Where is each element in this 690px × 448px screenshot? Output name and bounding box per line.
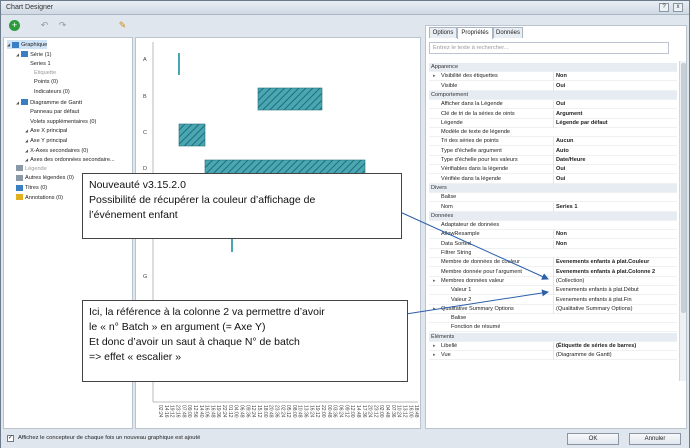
callout1-arrow — [399, 211, 549, 280]
callout2-line1: Ici, la référence à la colonne 2 va perm… — [89, 306, 325, 318]
callout-argument-note: Ici, la référence à la colonne 2 va perm… — [82, 300, 408, 382]
callout1-line3: l’événement enfant — [89, 209, 178, 221]
callout1-line2: Possibilité de récupérer la couleur d’af… — [89, 194, 316, 206]
callout2-line3: Et donc d’avoir un saut à chaque N° de b… — [89, 336, 300, 348]
callout2-arrow — [405, 289, 549, 315]
callout1-line1: Nouveauté v3.15.2.0 — [89, 179, 186, 191]
callout2-line2: le « n° Batch » en argument (= Axe Y) — [89, 321, 266, 333]
callout2-line4: => effet « escalier » — [89, 351, 182, 363]
callout-color-note: Nouveauté v3.15.2.0 Possibilité de récup… — [82, 173, 402, 239]
